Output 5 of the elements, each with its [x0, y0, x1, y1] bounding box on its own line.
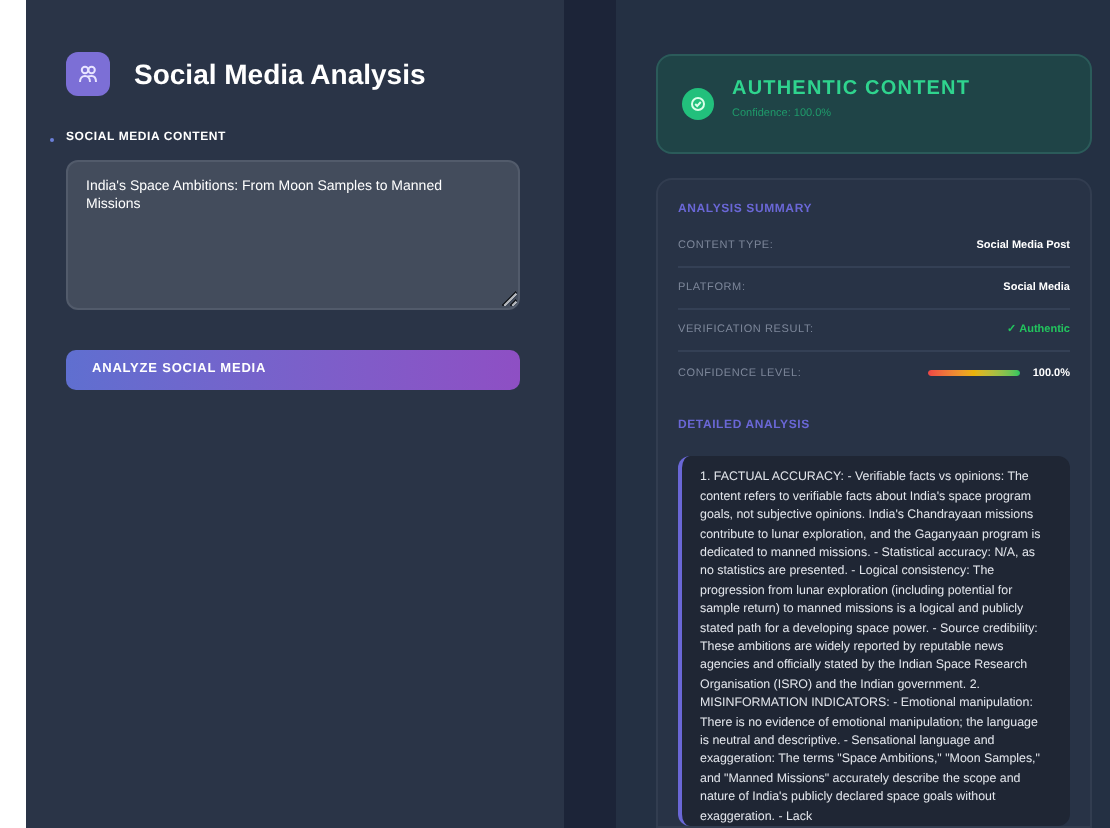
check-icon — [682, 88, 714, 121]
verdict-title: AUTHENTIC CONTENT — [732, 76, 971, 105]
confidence-meter — [928, 370, 1021, 377]
people-icon — [66, 52, 110, 96]
panel-title: Social Media Analysis — [134, 55, 426, 94]
